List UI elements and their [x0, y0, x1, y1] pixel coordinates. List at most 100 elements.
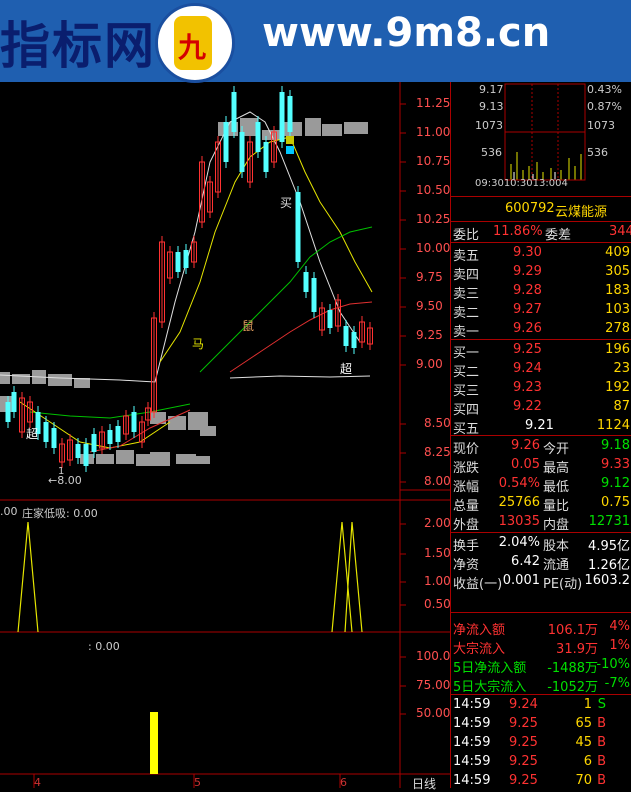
bid-row: 买四 9.22 87: [453, 399, 630, 418]
ask-row: 卖三 9.28 183: [453, 283, 630, 302]
price-tick: 8.25: [424, 445, 451, 459]
indicator1-prefix: .00: [0, 505, 18, 518]
price-tick: 9.75: [416, 270, 443, 284]
candle: [327, 310, 333, 328]
stock-header: 600792 云煤能源: [451, 200, 631, 220]
label-shu: 鼠: [242, 319, 254, 333]
watermark-banner: 指标网 九 www.9m8.cn: [0, 0, 631, 83]
price-tick: 8.00: [424, 474, 451, 488]
quote-row: 涨跌 0.05 最高 9.33: [453, 457, 630, 476]
quote-row: 总量 25766 量比 0.75: [453, 495, 630, 514]
quote-row: 现价 9.26 今开 9.18: [453, 438, 630, 457]
quote-row: 涨幅 0.54% 最低 9.12: [453, 476, 630, 495]
ask-row: 卖一 9.26 278: [453, 321, 630, 340]
tick-row: 14:59 9.25 65 B: [453, 716, 606, 731]
date-4: 4: [34, 776, 41, 789]
candle: [279, 92, 285, 142]
mini-price-hi: 9.17: [479, 83, 504, 96]
price-tick: 9.50: [416, 299, 443, 313]
site-logo: 九: [155, 3, 235, 83]
flow-row: 大宗流入 31.9万 1%: [453, 638, 630, 657]
tick-row: 14:59 9.24 1 S: [453, 697, 606, 712]
candle: [183, 250, 189, 268]
price-tick: 9.25: [416, 328, 443, 342]
label-ma: 马: [192, 337, 204, 351]
candle: [51, 428, 57, 448]
candle: [223, 122, 229, 162]
mini-vol2r: 536: [587, 146, 608, 159]
price-tick: 11.00: [416, 125, 451, 139]
indicator1-tick: 1.50: [424, 546, 451, 560]
ask-row: 卖五 9.30 409: [453, 245, 630, 264]
candle: [91, 434, 97, 452]
price-tick: 10.75: [416, 154, 451, 168]
candle: [303, 272, 309, 292]
ask-row: 卖二 9.27 103: [453, 302, 630, 321]
indicator2-tick: 100.0: [416, 649, 451, 663]
candle: [287, 96, 293, 132]
candle: [115, 426, 121, 442]
candle: [43, 422, 49, 442]
brand-text: 指标网: [0, 17, 156, 75]
mini-pct-mid: 0.87%: [587, 100, 622, 113]
candle: [83, 444, 89, 466]
tick-row: 14:59 9.25 70 B: [453, 773, 606, 788]
candle: [75, 444, 81, 458]
candle: [255, 122, 261, 152]
candle: [107, 430, 113, 444]
kline-chart[interactable]: 买 马 鼠 超 超 ←8.00 1: [0, 82, 450, 788]
price-tick: 10.50: [416, 183, 451, 197]
candle: [263, 142, 269, 172]
quote-panel: 9.17 9.13 0.43% 0.87% 1073 536 1073 536 …: [450, 82, 631, 788]
ask-row: 卖四 9.29 305: [453, 264, 630, 283]
tick-row: 14:59 9.25 45 B: [453, 735, 606, 750]
logo-char: 九: [178, 31, 207, 64]
price-tick: 9.00: [416, 357, 443, 371]
candle: [311, 278, 317, 312]
mini-vol1: 1073: [475, 119, 503, 132]
candle: [343, 326, 349, 346]
volume-bar: [150, 712, 158, 774]
candle: [295, 192, 301, 262]
indicator2-tick: 50.00: [416, 706, 451, 720]
wei-bi-row: 委比 11.86% 委差 344: [453, 224, 631, 243]
mini-vol1r: 1073: [587, 119, 615, 132]
indicator2-tick: 75.00: [416, 678, 451, 692]
mini-vol2: 536: [481, 146, 502, 159]
label-chao: 超: [340, 361, 352, 376]
stock-code: 600792: [505, 201, 555, 216]
price-tick: 8.50: [424, 416, 451, 430]
price-tick: 11.25: [416, 96, 451, 110]
indicator1-tick: 2.00: [424, 516, 451, 530]
period-label[interactable]: 日线: [412, 775, 436, 792]
candle: [5, 402, 11, 422]
candle: [175, 252, 181, 272]
candle: [11, 392, 17, 412]
quote-row: 收益(一) 0.001 PE(动) 1603.2: [453, 573, 630, 592]
tick-row: 14:59 9.25 6 B: [453, 754, 606, 769]
indicator1-tick: 1.00: [424, 574, 451, 588]
quote-row: 换手 2.04% 股本 4.95亿: [453, 535, 630, 554]
mini-times: 09:3010:3013:004: [475, 178, 568, 189]
mini-price-mid: 9.13: [479, 100, 504, 113]
site-url: www.9m8.cn: [262, 10, 551, 56]
flow-row: 5日净流入额 -1488万 -10%: [453, 657, 630, 676]
indicator1-title: 庄家低吸: 0.00: [22, 507, 98, 520]
date-5: 5: [194, 776, 201, 789]
indicator1-tick: 0.50: [424, 597, 451, 611]
quote-row: 净资 6.42 流通 1.26亿: [453, 554, 630, 573]
label-one: 1: [58, 466, 64, 477]
indicator2-title: : 0.00: [88, 640, 120, 653]
candle: [231, 92, 237, 132]
quote-row: 外盘 13035 内盘 12731: [453, 514, 630, 533]
bid-row: 买五 9.21 1124: [453, 418, 630, 437]
flow-row: 净流入额 106.1万 4%: [453, 619, 630, 638]
bid-row: 买三 9.23 192: [453, 380, 630, 399]
price-tick: 10.25: [416, 212, 451, 226]
candle: [131, 412, 137, 432]
price-tick: 10.00: [416, 241, 451, 255]
flow-row: 5日大宗流入 -1052万 -7%: [453, 676, 630, 695]
candle: [239, 132, 245, 172]
bid-row: 买二 9.24 23: [453, 361, 630, 380]
candle: [351, 332, 357, 348]
